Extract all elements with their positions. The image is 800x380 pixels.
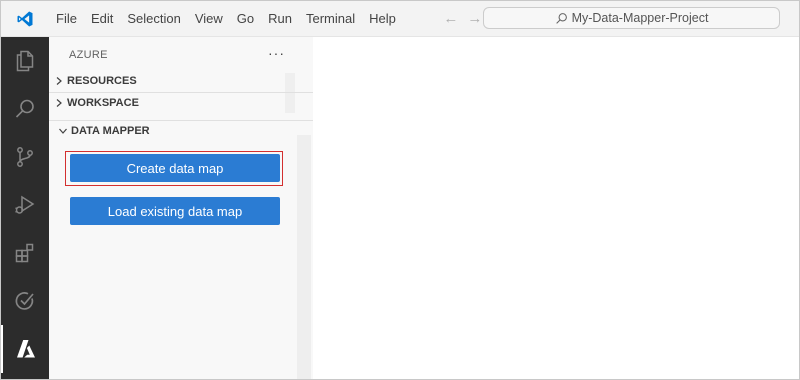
menu-selection[interactable]: Selection — [120, 8, 187, 30]
menu-file[interactable]: File — [49, 8, 84, 30]
sidebar-title: AZURE — [69, 48, 108, 61]
extensions-icon[interactable] — [1, 229, 49, 277]
run-debug-icon[interactable] — [1, 181, 49, 229]
scrollbar[interactable] — [297, 135, 311, 379]
more-actions-icon[interactable]: ··· — [268, 45, 285, 61]
menu-run[interactable]: Run — [261, 8, 299, 30]
section-data-mapper[interactable]: DATA MAPPER — [49, 120, 313, 142]
back-arrow-icon[interactable]: ← — [439, 10, 463, 27]
app-window: File Edit Selection View Go Run Terminal… — [0, 0, 800, 380]
chevron-right-icon — [51, 76, 67, 86]
search-text: My-Data-Mapper-Project — [571, 11, 709, 25]
menu-terminal[interactable]: Terminal — [299, 8, 362, 30]
vscode-logo-icon — [1, 1, 49, 36]
search-icon — [555, 12, 567, 24]
section-label: RESOURCES — [67, 75, 137, 87]
navigation-arrows: ← → — [439, 10, 487, 27]
chevron-down-icon — [55, 126, 71, 136]
explorer-icon[interactable] — [1, 37, 49, 85]
title-bar: File Edit Selection View Go Run Terminal… — [1, 1, 799, 37]
menu-edit[interactable]: Edit — [84, 8, 120, 30]
command-center-search[interactable]: My-Data-Mapper-Project — [483, 7, 780, 29]
menu-go[interactable]: Go — [230, 8, 261, 30]
activity-bar — [1, 37, 49, 379]
highlight-box — [65, 151, 283, 186]
menu-view[interactable]: View — [188, 8, 230, 30]
section-workspace[interactable]: WORKSPACE — [49, 92, 313, 114]
menu-bar: File Edit Selection View Go Run Terminal… — [49, 8, 403, 30]
chevron-right-icon — [51, 98, 67, 108]
sidebar: AZURE ··· RESOURCES WORKSPACE DATA MAPPE… — [49, 37, 313, 379]
section-label: WORKSPACE — [67, 97, 139, 109]
menu-help[interactable]: Help — [362, 8, 403, 30]
load-existing-data-map-button[interactable]: Load existing data map — [70, 197, 280, 225]
section-label: DATA MAPPER — [71, 125, 150, 137]
source-control-icon[interactable] — [1, 133, 49, 181]
section-resources[interactable]: RESOURCES — [49, 70, 313, 92]
search-activity-icon[interactable] — [1, 85, 49, 133]
testing-icon[interactable] — [1, 277, 49, 325]
azure-icon[interactable] — [1, 325, 49, 373]
editor-area — [313, 37, 799, 379]
